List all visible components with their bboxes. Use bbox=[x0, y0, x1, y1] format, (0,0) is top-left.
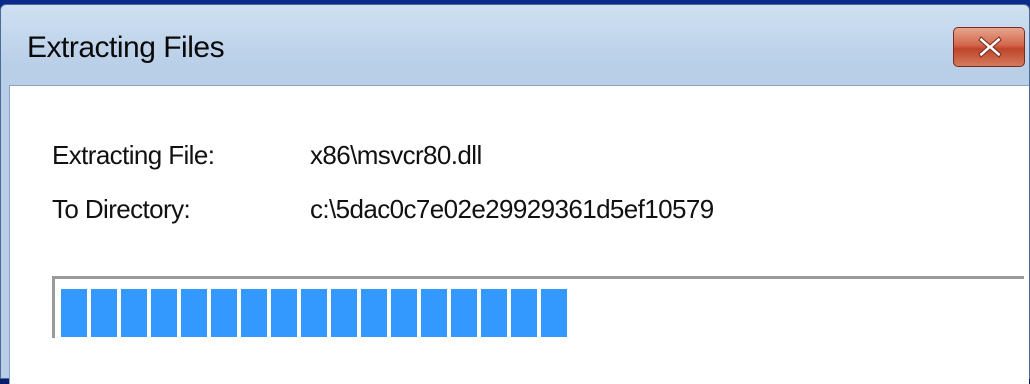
progress-block bbox=[421, 289, 447, 337]
extract-dialog: Extracting Files Extracting File: x86\ms… bbox=[0, 4, 1030, 384]
progress-bar bbox=[52, 276, 1024, 338]
close-button[interactable] bbox=[953, 27, 1025, 67]
progress-block bbox=[61, 289, 87, 337]
progress-block bbox=[331, 289, 357, 337]
progress-block bbox=[151, 289, 177, 337]
extracting-file-value: x86\msvcr80.dll bbox=[310, 140, 482, 170]
title-bar[interactable]: Extracting Files bbox=[1, 5, 1029, 85]
window-title: Extracting Files bbox=[27, 31, 225, 64]
progress-block bbox=[511, 289, 537, 337]
progress-block bbox=[301, 289, 327, 337]
progress-block bbox=[121, 289, 147, 337]
dialog-content: Extracting File: x86\msvcr80.dll To Dire… bbox=[9, 85, 1029, 384]
progress-block bbox=[541, 289, 567, 337]
extracting-file-label: Extracting File: bbox=[52, 140, 215, 170]
close-icon bbox=[978, 36, 1002, 58]
progress-block bbox=[391, 289, 417, 337]
to-directory-value: c:\5dac0c7e02e29929361d5ef10579 bbox=[310, 194, 714, 224]
progress-block bbox=[241, 289, 267, 337]
to-directory-label: To Directory: bbox=[52, 194, 191, 224]
progress-block bbox=[481, 289, 507, 337]
progress-block bbox=[451, 289, 477, 337]
progress-block bbox=[181, 289, 207, 337]
progress-block bbox=[91, 289, 117, 337]
progress-block bbox=[211, 289, 237, 337]
progress-block bbox=[271, 289, 297, 337]
progress-fill bbox=[61, 289, 567, 337]
progress-block bbox=[361, 289, 387, 337]
